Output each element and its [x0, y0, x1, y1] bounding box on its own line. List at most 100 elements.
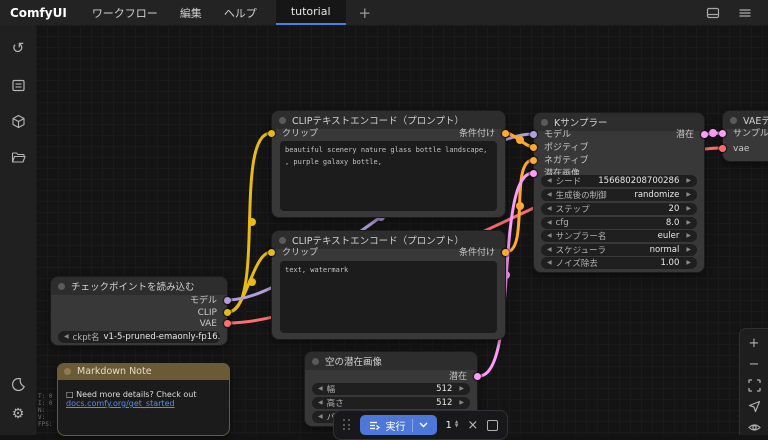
widget-control-after-generate[interactable]: ◀ 生成後の制御 randomize ▶ — [541, 189, 697, 201]
output-slot-latent-dot[interactable] — [474, 373, 481, 380]
batch-count-stepper[interactable]: 1 ▲ ▼ — [446, 420, 459, 431]
increment-arrow-icon[interactable]: ▶ — [686, 260, 691, 266]
collapse-dot-icon[interactable] — [279, 117, 286, 124]
input-slot-negative-dot[interactable] — [530, 157, 537, 164]
widget-ckpt-name[interactable]: ◀ ckpt名 v1-5-pruned-emaonly-fp16.safete.… — [58, 331, 220, 343]
widget-height[interactable]: ◀ 高さ 512 ▶ — [312, 397, 470, 409]
increment-arrow-icon[interactable]: ▶ — [686, 192, 691, 198]
increment-arrow-icon[interactable]: ▶ — [686, 220, 691, 226]
output-slot-conditioning-dot[interactable] — [502, 130, 509, 137]
decrement-arrow-icon[interactable]: ◀ — [547, 206, 552, 212]
widget-seed[interactable]: ◀ シード 156680208700286 ▶ — [541, 175, 697, 187]
input-slot-samples-dot[interactable] — [719, 130, 726, 137]
menu-bar: ComfyUI ワークフロー 編集 ヘルプ tutorial + — [0, 0, 768, 25]
widget-scheduler[interactable]: ◀ スケジューラ normal ▶ — [541, 244, 697, 256]
output-slot-model-dot[interactable] — [224, 297, 231, 304]
output-slot-latent-dot[interactable] — [701, 131, 708, 138]
app-logo[interactable]: ComfyUI — [0, 0, 81, 25]
count-spinner[interactable]: ▲ ▼ — [455, 421, 458, 429]
decrement-arrow-icon[interactable]: ◀ — [318, 414, 323, 420]
decrement-arrow-icon[interactable]: ◀ — [547, 192, 552, 198]
widget-cfg[interactable]: ◀ cfg 8.0 ▶ — [541, 217, 697, 229]
prompt-textarea[interactable]: beautiful scenery nature glass bottle la… — [280, 141, 497, 211]
stop-button[interactable] — [487, 420, 498, 431]
theme-toggle-button[interactable] — [0, 369, 36, 399]
input-slot-positive-dot[interactable] — [530, 144, 537, 151]
node-title-bar[interactable]: チェックポイントを読み込む — [51, 277, 227, 295]
collapse-dot-icon[interactable] — [58, 283, 65, 290]
collapse-dot-icon[interactable] — [312, 358, 319, 365]
node-clip-text-encode-positive[interactable]: CLIPテキストエンコード（プロンプト） クリップ 条件付け beautiful… — [271, 110, 506, 218]
output-slot-model-label: モデル — [190, 296, 217, 306]
model-library-button[interactable] — [0, 106, 36, 136]
node-title-bar[interactable]: CLIPテキストエンコード（プロンプト） — [272, 231, 505, 249]
node-ksampler[interactable]: Kサンプラー モデル ポジティブ ネガティブ 潜在画像 潜在 ◀ シード 156… — [533, 112, 705, 273]
zoom-out-button[interactable]: − — [747, 357, 762, 371]
input-slot-latent-image-dot[interactable] — [530, 170, 537, 177]
node-title-bar[interactable]: Kサンプラー — [534, 113, 704, 131]
decrement-arrow-icon[interactable]: ◀ — [318, 386, 323, 392]
node-vae-decode[interactable]: VAEデコード サンプル vae — [722, 110, 768, 162]
settings-button[interactable]: ⚙ — [0, 399, 36, 429]
output-slot-clip-dot[interactable] — [224, 309, 231, 316]
workflows-button[interactable] — [0, 142, 36, 172]
queue-panel-button[interactable] — [0, 70, 36, 100]
toggle-visibility-button[interactable] — [747, 421, 762, 435]
decrement-arrow-icon[interactable]: ◀ — [547, 178, 552, 184]
output-slot-vae-dot[interactable] — [224, 320, 231, 327]
input-slot-clip-dot[interactable] — [268, 130, 275, 137]
node-clip-text-encode-negative[interactable]: CLIPテキストエンコード（プロンプト） クリップ 条件付け text, wat… — [271, 230, 506, 340]
node-title-bar[interactable]: Markdown Note — [57, 363, 230, 380]
collapse-dot-icon[interactable] — [279, 237, 286, 244]
increment-arrow-icon[interactable]: ▶ — [686, 178, 691, 184]
zoom-in-button[interactable]: + — [747, 336, 762, 350]
collapse-dot-icon[interactable] — [541, 119, 548, 126]
hamburger-menu-icon[interactable] — [738, 6, 752, 20]
clear-queue-button[interactable]: × — [467, 419, 478, 432]
tab-tutorial[interactable]: tutorial — [276, 0, 346, 25]
note-link[interactable]: docs.comfy.org/get_started — [66, 399, 175, 408]
spin-down-icon[interactable]: ▼ — [455, 425, 458, 429]
increment-arrow-icon[interactable]: ▶ — [686, 206, 691, 212]
pan-mode-button[interactable] — [747, 400, 762, 414]
eye-icon — [748, 421, 761, 434]
decrement-arrow-icon[interactable]: ◀ — [547, 260, 552, 266]
drag-handle-icon[interactable] — [343, 419, 351, 431]
decrement-arrow-icon[interactable]: ◀ — [547, 220, 552, 226]
input-slot-clip-dot[interactable] — [268, 249, 275, 256]
fit-view-button[interactable] — [747, 378, 762, 392]
collapse-dot-icon[interactable] — [730, 117, 737, 124]
node-title: Kサンプラー — [554, 115, 607, 129]
output-slot-conditioning-label: 条件付け — [459, 129, 495, 139]
decrement-arrow-icon[interactable]: ◀ — [547, 233, 552, 239]
node-title-bar[interactable]: VAEデコード — [723, 111, 768, 129]
widget-sampler-name[interactable]: ◀ サンプラー名 euler ▶ — [541, 230, 697, 242]
run-button[interactable]: 実行 — [360, 415, 437, 435]
prompt-textarea[interactable]: text, watermark — [280, 261, 497, 333]
increment-arrow-icon[interactable]: ▶ — [686, 233, 691, 239]
menu-workflow[interactable]: ワークフロー — [81, 0, 169, 25]
node-markdown-note[interactable]: Markdown Note □ Need more details? Check… — [57, 363, 230, 436]
increment-arrow-icon[interactable]: ▶ — [459, 400, 464, 406]
increment-arrow-icon[interactable]: ▶ — [459, 386, 464, 392]
input-slot-model-dot[interactable] — [530, 131, 537, 138]
widget-width[interactable]: ◀ 幅 512 ▶ — [312, 383, 470, 395]
increment-arrow-icon[interactable]: ▶ — [686, 247, 691, 253]
new-tab-button[interactable]: + — [346, 0, 385, 25]
decrement-arrow-icon[interactable]: ◀ — [318, 400, 323, 406]
output-slot-conditioning-dot[interactable] — [502, 249, 509, 256]
widget-denoise[interactable]: ◀ ノイズ除去 1.00 ▶ — [541, 257, 697, 269]
input-slot-vae-dot[interactable] — [719, 145, 726, 152]
menu-edit[interactable]: 編集 — [169, 0, 213, 25]
node-load-checkpoint[interactable]: チェックポイントを読み込む モデル CLIP VAE ◀ ckpt名 v1-5-… — [50, 276, 228, 346]
chevron-down-icon[interactable] — [419, 422, 428, 428]
collapse-dot-icon[interactable] — [64, 368, 71, 375]
node-title-bar[interactable]: CLIPテキストエンコード（プロンプト） — [272, 111, 505, 129]
history-button[interactable]: ↺ — [0, 33, 36, 63]
node-title-bar[interactable]: 空の潜在画像 — [305, 352, 477, 370]
widget-steps[interactable]: ◀ ステップ 20 ▶ — [541, 203, 697, 215]
panel-layout-icon[interactable] — [706, 6, 720, 20]
decrement-arrow-icon[interactable]: ◀ — [64, 334, 69, 340]
decrement-arrow-icon[interactable]: ◀ — [547, 247, 552, 253]
menu-help[interactable]: ヘルプ — [213, 0, 268, 25]
